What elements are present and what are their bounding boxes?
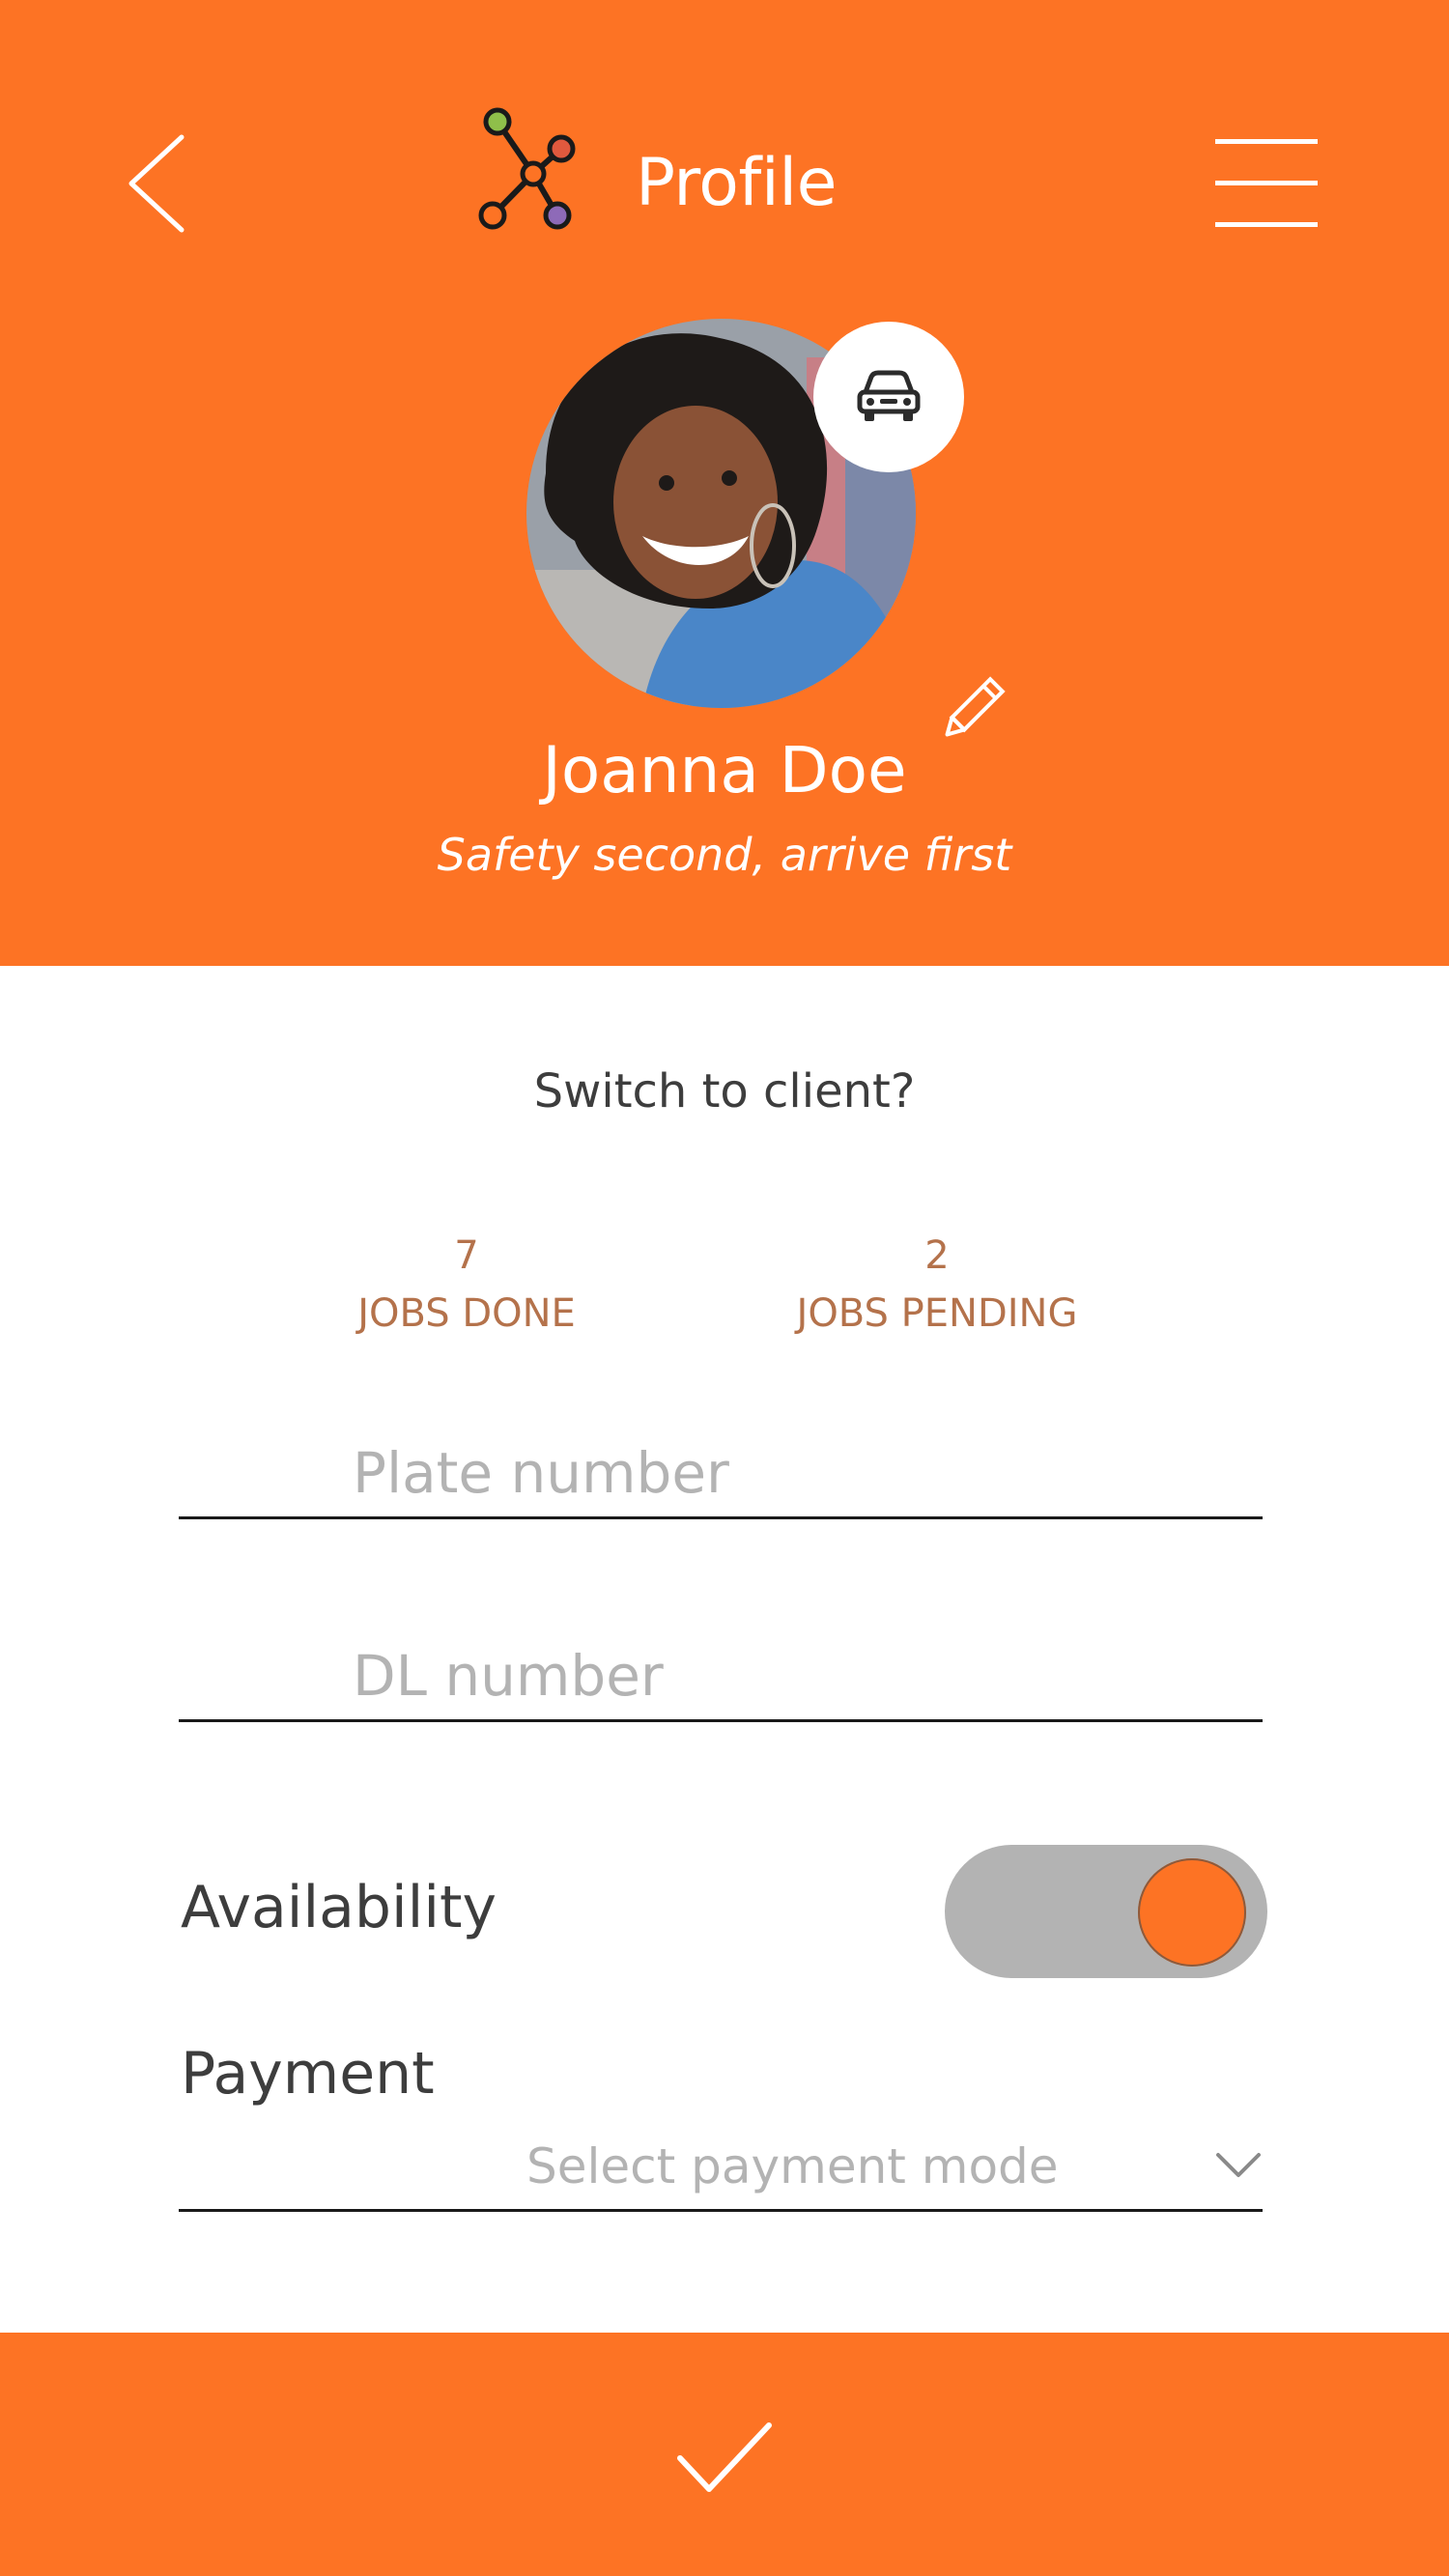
- profile-screen: Profile Joanna Doe Safety second, arrive…: [0, 0, 1449, 2576]
- payment-select-placeholder: Select payment mode: [526, 2138, 1059, 2194]
- stat-jobs-pending: 2 JOBS PENDING: [734, 1227, 1140, 1343]
- chevron-left-icon: [128, 134, 185, 233]
- profile-name: Joanna Doe: [542, 733, 907, 807]
- payment-label: Payment: [181, 2040, 435, 2108]
- stat-value: 2: [924, 1233, 950, 1278]
- plate-number-input[interactable]: [179, 1430, 1222, 1516]
- profile-tagline: Safety second, arrive first: [437, 829, 1012, 881]
- dl-number-field-wrap: [179, 1632, 1263, 1722]
- stat-value: 7: [454, 1233, 479, 1278]
- menu-button[interactable]: [1215, 135, 1321, 232]
- page-title: Profile: [636, 145, 837, 221]
- toggle-knob: [1138, 1858, 1246, 1967]
- network-nodes-logo-icon: [478, 107, 576, 230]
- app-logo: [469, 104, 584, 235]
- switch-to-client-link[interactable]: Switch to client?: [0, 1062, 1449, 1120]
- back-button[interactable]: [114, 126, 201, 241]
- stat-jobs-done: 7 JOBS DONE: [264, 1227, 669, 1343]
- availability-toggle[interactable]: [945, 1845, 1267, 1978]
- stat-label: JOBS DONE: [357, 1291, 576, 1336]
- availability-label: Availability: [181, 1874, 497, 1941]
- car-icon: [857, 370, 921, 421]
- profile-header: Profile Joanna Doe Safety second, arrive…: [0, 0, 1449, 966]
- role-badge: [813, 322, 964, 472]
- plate-number-field-wrap: [179, 1430, 1263, 1519]
- chevron-down-icon: [1216, 2153, 1261, 2177]
- dl-number-input[interactable]: [179, 1632, 1222, 1719]
- stat-label: JOBS PENDING: [796, 1291, 1078, 1336]
- confirm-button[interactable]: [0, 2333, 1449, 2576]
- checkmark-icon: [677, 2422, 772, 2492]
- payment-mode-select[interactable]: Select payment mode: [179, 2130, 1263, 2212]
